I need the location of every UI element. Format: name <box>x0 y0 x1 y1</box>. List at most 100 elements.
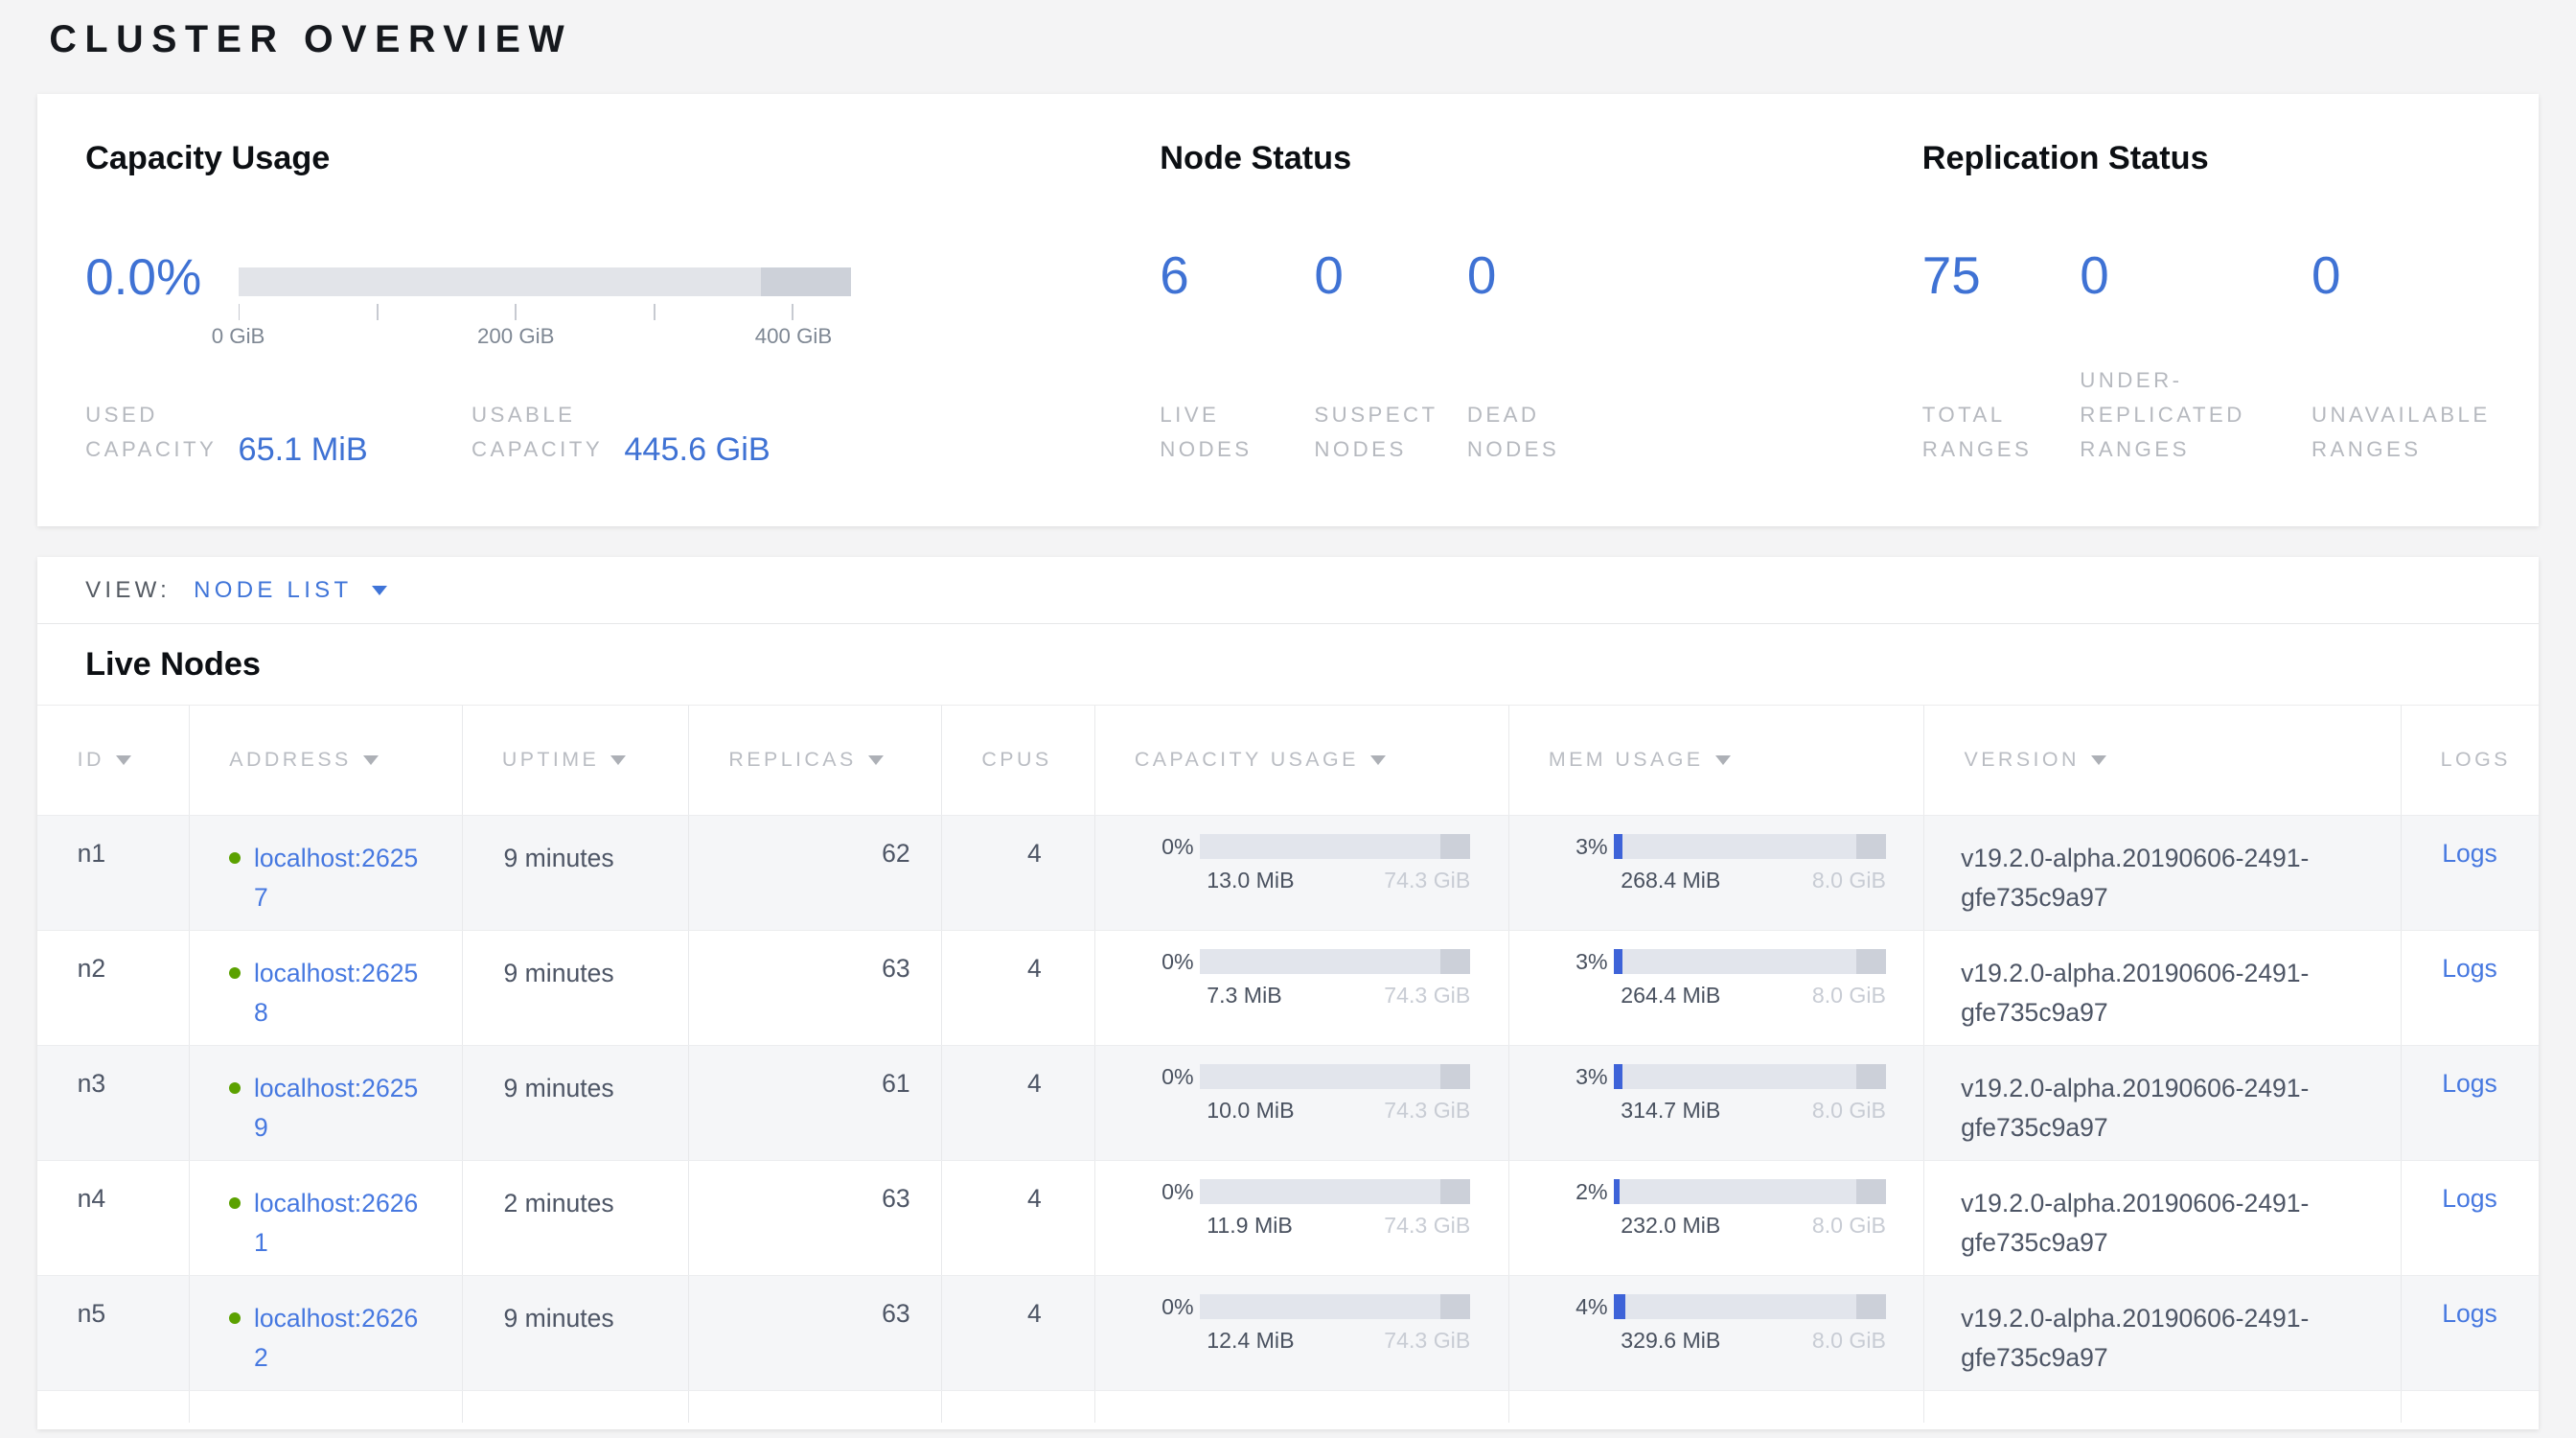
mem-usage-bar-tail <box>1856 949 1886 974</box>
capacity-usage-bar-tail <box>1440 1294 1470 1319</box>
column-header-uptime[interactable]: UPTIME <box>462 706 689 815</box>
node-logs-cell: Logs <box>2401 931 2539 1045</box>
node-cpus-cell: 4 <box>941 1276 1093 1390</box>
chevron-down-icon[interactable] <box>372 586 387 595</box>
sort-caret-icon <box>868 755 884 765</box>
column-header-label: ID <box>78 748 104 772</box>
node-replicas-cell: 63 <box>688 931 941 1045</box>
mem-usage-bar-fill <box>1614 834 1622 859</box>
column-header-address[interactable]: ADDRESS <box>189 706 462 815</box>
logs-link[interactable]: Logs <box>2442 954 2497 983</box>
node-cpus-cell: 4 <box>941 931 1093 1045</box>
column-header-version[interactable]: VERSION <box>1923 706 2400 815</box>
mem-usage-bar <box>1614 1179 1886 1204</box>
replication-status-panel: Replication Status 75 TOTAL RANGES 0 UND… <box>1922 94 2539 526</box>
column-header-cpus: CPUS <box>941 706 1093 815</box>
column-header-mem-usage[interactable]: MEM USAGE <box>1508 706 1924 815</box>
logs-link[interactable]: Logs <box>2442 1069 2497 1098</box>
table-cell-empty <box>462 1391 689 1423</box>
node-id: n1 <box>78 839 106 868</box>
mem-usage-percent: 3% <box>1549 1064 1615 1090</box>
node-version-cell: v19.2.0-alpha.20190606-2491-gfe735c9a97 <box>1923 1276 2400 1390</box>
node-uptime: 9 minutes <box>504 1074 614 1102</box>
live-nodes-heading: Live Nodes <box>37 624 2538 705</box>
capacity-gauge-axis: 0 GiB 200 GiB 400 GiB <box>239 324 794 350</box>
logs-link[interactable]: Logs <box>2442 1184 2497 1213</box>
node-version: v19.2.0-alpha.20190606-2491-gfe735c9a97 <box>1961 1304 2309 1372</box>
capacity-usage-bar <box>1200 949 1470 974</box>
mem-total-value: 8.0 GiB <box>1812 868 1886 893</box>
mem-usage-cell: 3%264.4 MiB8.0 GiB <box>1508 931 1924 1045</box>
node-uptime-cell: 9 minutes <box>462 931 689 1045</box>
logs-link[interactable]: Logs <box>2442 839 2497 868</box>
node-replicas-cell: 62 <box>688 816 941 930</box>
node-id-cell: n4 <box>37 1161 189 1275</box>
capacity-total-value: 74.3 GiB <box>1384 1098 1470 1124</box>
node-status-title: Node Status <box>1160 140 1351 177</box>
capacity-percent: 0.0% <box>85 248 201 307</box>
node-uptime-cell: 9 minutes <box>462 1046 689 1160</box>
node-logs-cell: Logs <box>2401 1161 2539 1275</box>
mem-usage-bar-fill <box>1614 949 1622 974</box>
node-status-panel: Node Status 6 LIVE NODES 0 SUSPECT NODES… <box>1160 94 1850 526</box>
live-status-dot-icon <box>229 1082 241 1094</box>
node-uptime: 9 minutes <box>504 844 614 872</box>
table-cell-empty <box>37 1391 189 1423</box>
mem-total-value: 8.0 GiB <box>1812 983 1886 1009</box>
cluster-summary-card: Capacity Usage 0.0% 0 GiB 200 GiB 400 Gi… <box>37 94 2538 526</box>
node-replicas: 63 <box>882 1184 910 1213</box>
mem-total-value: 8.0 GiB <box>1812 1328 1886 1354</box>
capacity-gauge-ticks <box>239 304 794 320</box>
view-selector[interactable]: NODE LIST <box>194 577 352 604</box>
node-version-cell: v19.2.0-alpha.20190606-2491-gfe735c9a97 <box>1923 1161 2400 1275</box>
node-logs-cell: Logs <box>2401 816 2539 930</box>
cluster-overview-page: CLUSTER OVERVIEW Capacity Usage 0.0% 0 G… <box>0 0 2576 1438</box>
node-id-cell: n5 <box>37 1276 189 1390</box>
mem-usage-bar <box>1614 1294 1886 1319</box>
node-replicas: 62 <box>882 839 910 868</box>
node-cpus-cell: 4 <box>941 816 1093 930</box>
capacity-usage-bar-tail <box>1440 1179 1470 1204</box>
dead-nodes-count: 0 <box>1467 244 1497 306</box>
view-bar: VIEW: NODE LIST <box>37 557 2538 624</box>
node-id-cell: n2 <box>37 931 189 1045</box>
table-row-n5: n5localhost:262629 minutes6340%12.4 MiB7… <box>37 1275 2538 1390</box>
column-header-id[interactable]: ID <box>37 706 189 815</box>
node-address-cell: localhost:26259 <box>189 1046 462 1160</box>
node-version-cell: v19.2.0-alpha.20190606-2491-gfe735c9a97 <box>1923 1046 2400 1160</box>
column-header-label: REPLICAS <box>728 748 856 772</box>
under-replicated-label: UNDER-REPLICATED RANGES <box>2080 363 2287 467</box>
column-header-label: LOGS <box>2441 748 2511 772</box>
table-row-n4: n4localhost:262612 minutes6340%11.9 MiB7… <box>37 1160 2538 1275</box>
axis-tick-label: 0 GiB <box>212 324 265 349</box>
mem-usage-bar-tail <box>1856 1294 1886 1319</box>
mem-usage-bar <box>1614 834 1886 859</box>
replication-status-title: Replication Status <box>1922 140 2209 177</box>
capacity-usage-percent: 0% <box>1135 949 1201 975</box>
column-header-label: CAPACITY USAGE <box>1135 748 1359 772</box>
node-id: n5 <box>78 1299 106 1328</box>
sort-caret-icon <box>1715 755 1731 765</box>
mem-used-value: 264.4 MiB <box>1621 983 1720 1009</box>
node-address-link[interactable]: localhost:26259 <box>254 1069 428 1148</box>
capacity-used-value: 7.3 MiB <box>1207 983 1281 1009</box>
column-header-label: UPTIME <box>502 748 599 772</box>
logs-link[interactable]: Logs <box>2442 1299 2497 1328</box>
node-cpus: 4 <box>1027 954 1042 983</box>
column-header-capacity-usage[interactable]: CAPACITY USAGE <box>1094 706 1508 815</box>
capacity-usage-cell: 0%12.4 MiB74.3 GiB <box>1094 1276 1508 1390</box>
usable-capacity: USABLE CAPACITY 445.6 GiB <box>472 398 770 467</box>
table-row-n1: n1localhost:262579 minutes6240%13.0 MiB7… <box>37 815 2538 930</box>
capacity-usage-percent: 0% <box>1135 834 1201 860</box>
node-address-link[interactable]: localhost:26258 <box>254 954 428 1032</box>
node-address-cell: localhost:26258 <box>189 931 462 1045</box>
node-address-link[interactable]: localhost:26261 <box>254 1184 428 1263</box>
node-id-cell: n3 <box>37 1046 189 1160</box>
column-header-replicas[interactable]: REPLICAS <box>688 706 941 815</box>
suspect-nodes-label: SUSPECT NODES <box>1314 398 1452 467</box>
node-address-link[interactable]: localhost:26262 <box>254 1299 428 1378</box>
capacity-usage-percent: 0% <box>1135 1064 1201 1090</box>
capacity-usage-cell: 0%11.9 MiB74.3 GiB <box>1094 1161 1508 1275</box>
node-address-link[interactable]: localhost:26257 <box>254 839 428 917</box>
view-label: VIEW: <box>85 577 171 604</box>
